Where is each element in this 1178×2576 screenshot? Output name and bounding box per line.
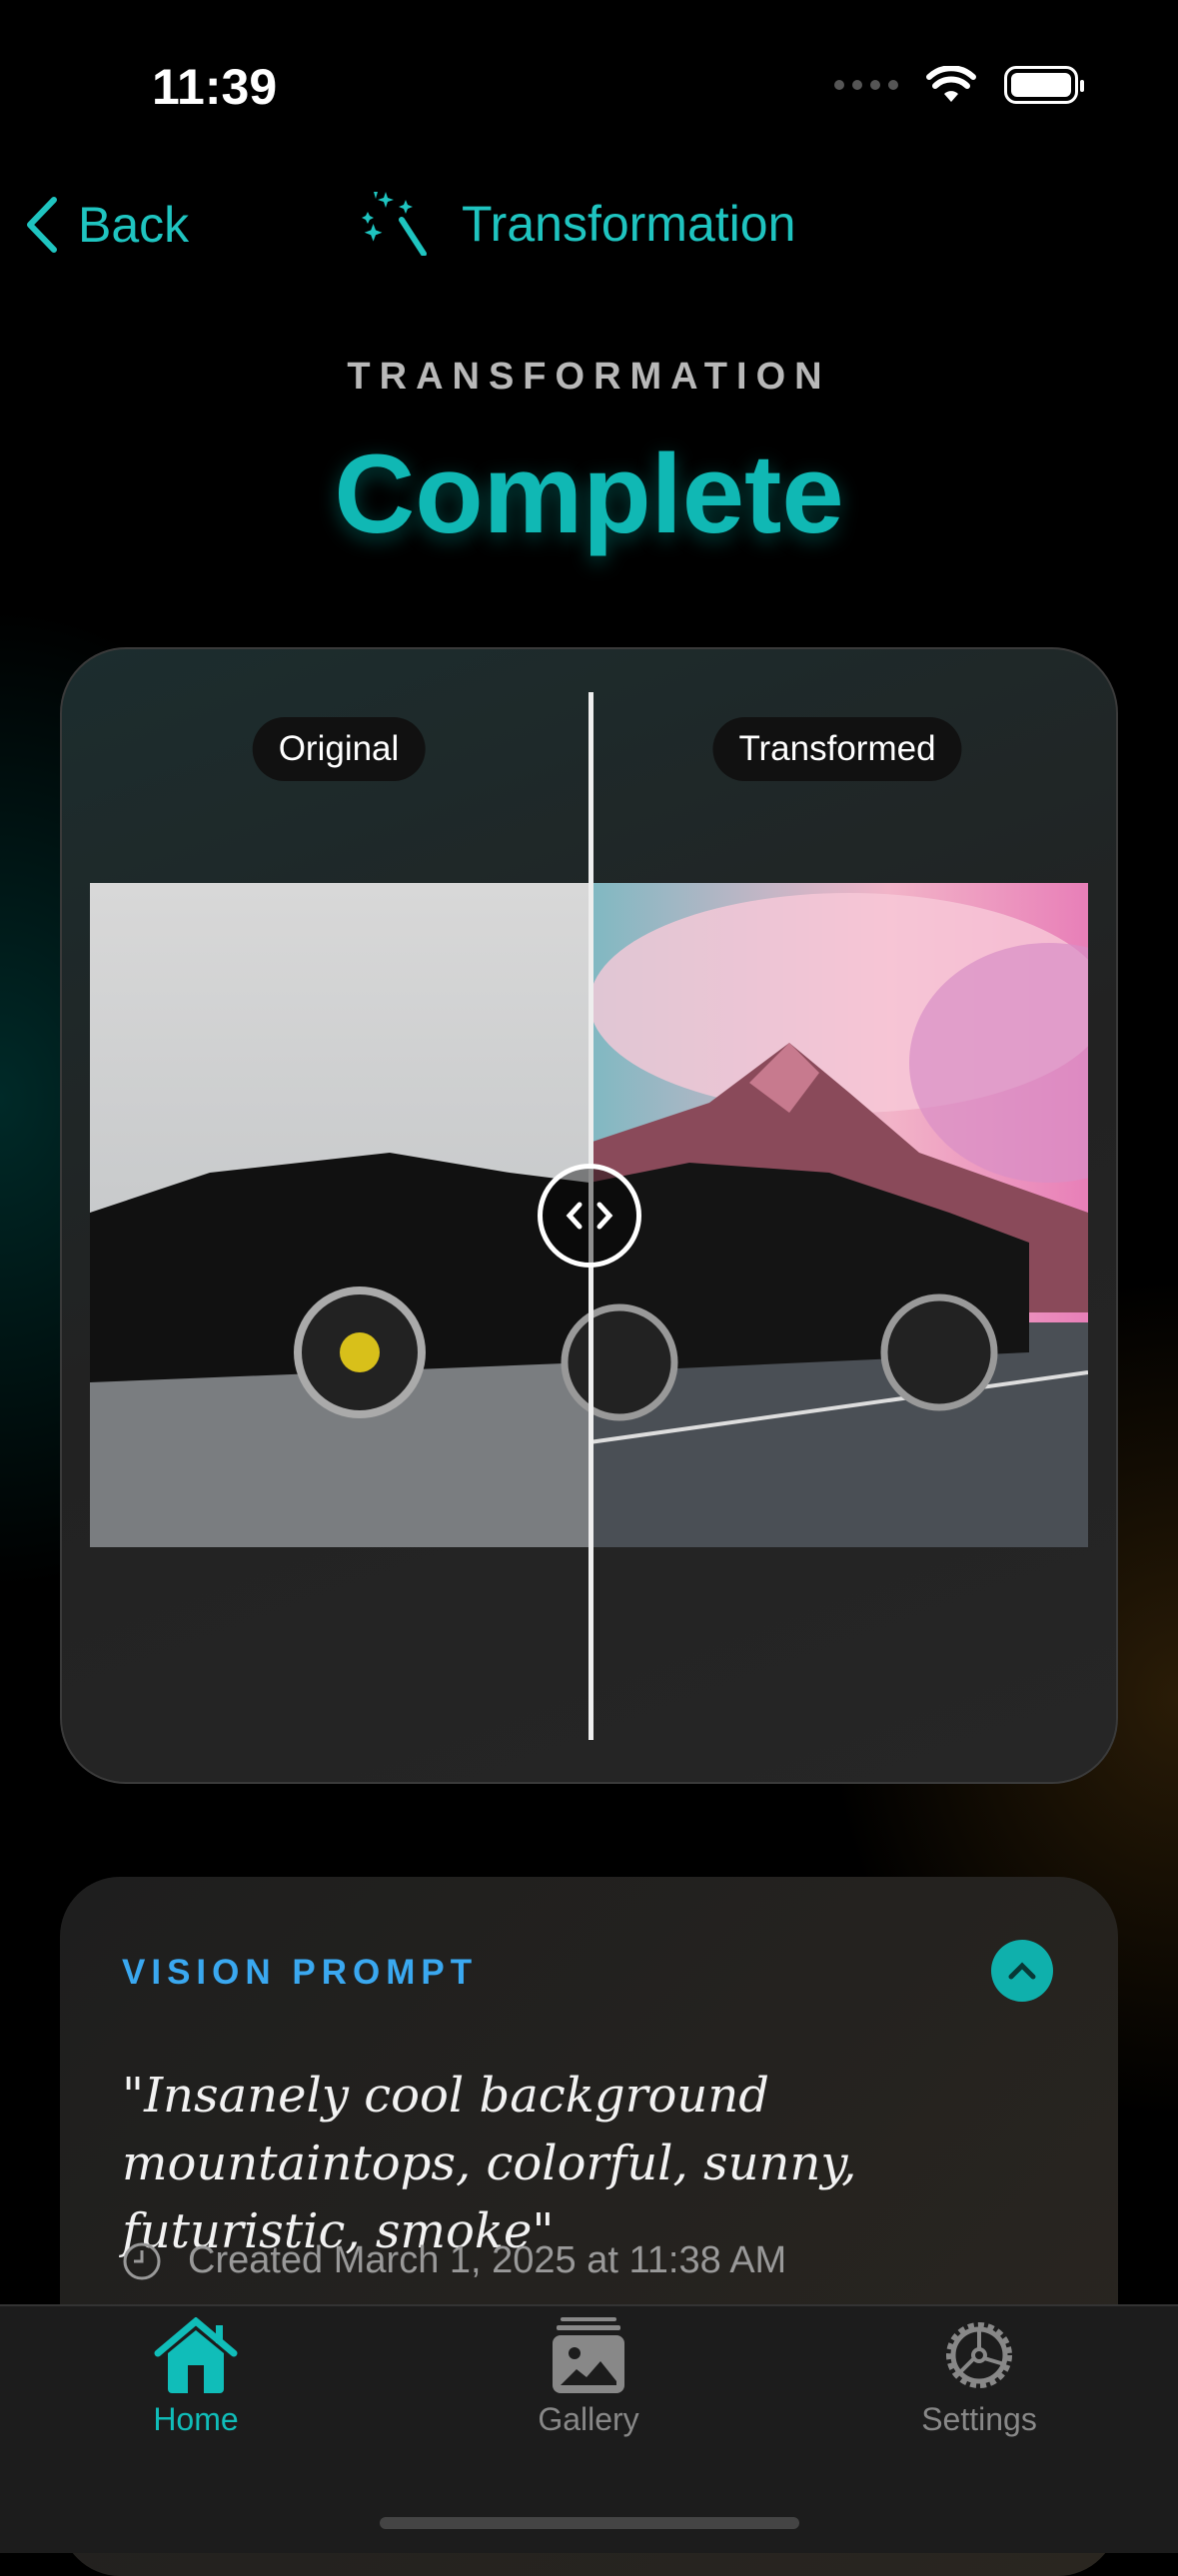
wifi-icon	[926, 66, 976, 102]
signal-icon	[834, 80, 898, 90]
photo-stack-icon	[553, 2317, 624, 2393]
back-label: Back	[78, 197, 190, 253]
page-title: Complete	[334, 431, 844, 556]
back-button[interactable]: Back	[24, 196, 189, 254]
created-text: Created March 1, 2025 at 11:38 AM	[188, 2239, 787, 2281]
slider-handle[interactable]	[538, 1164, 641, 1268]
clock-icon	[123, 2242, 161, 2279]
collapse-button[interactable]	[991, 1940, 1053, 2002]
home-indicator	[380, 2517, 799, 2529]
tab-gallery[interactable]: Gallery	[459, 2317, 718, 2438]
transformed-label: Transformed	[712, 717, 962, 781]
tab-label: Settings	[921, 2401, 1037, 2437]
nav-title: Transformation	[362, 192, 795, 256]
tab-label: Home	[153, 2401, 239, 2437]
tab-settings[interactable]: Settings	[849, 2317, 1109, 2438]
prompt-text: "Insanely cool background mountaintops, …	[122, 2068, 857, 2259]
magic-wand-icon	[362, 192, 427, 256]
created-timestamp: Created March 1, 2025 at 11:38 AM	[122, 2239, 786, 2282]
prompt-label: VISION PROMPT	[122, 1953, 479, 1992]
nav-title-text: Transformation	[462, 196, 796, 252]
house-icon	[154, 2317, 238, 2393]
status-icons	[834, 66, 1084, 104]
tab-home[interactable]: Home	[66, 2317, 326, 2438]
chevron-up-icon	[1008, 1962, 1036, 1980]
status-time: 11:39	[152, 59, 278, 115]
eyebrow-label: TRANSFORMATION	[347, 356, 831, 398]
gear-icon	[946, 2322, 1012, 2388]
chevrons-left-right-icon	[566, 1202, 613, 1230]
chevron-left-icon	[27, 197, 57, 253]
original-label: Original	[252, 717, 426, 781]
tab-label: Gallery	[538, 2401, 639, 2437]
battery-icon	[1004, 66, 1084, 104]
